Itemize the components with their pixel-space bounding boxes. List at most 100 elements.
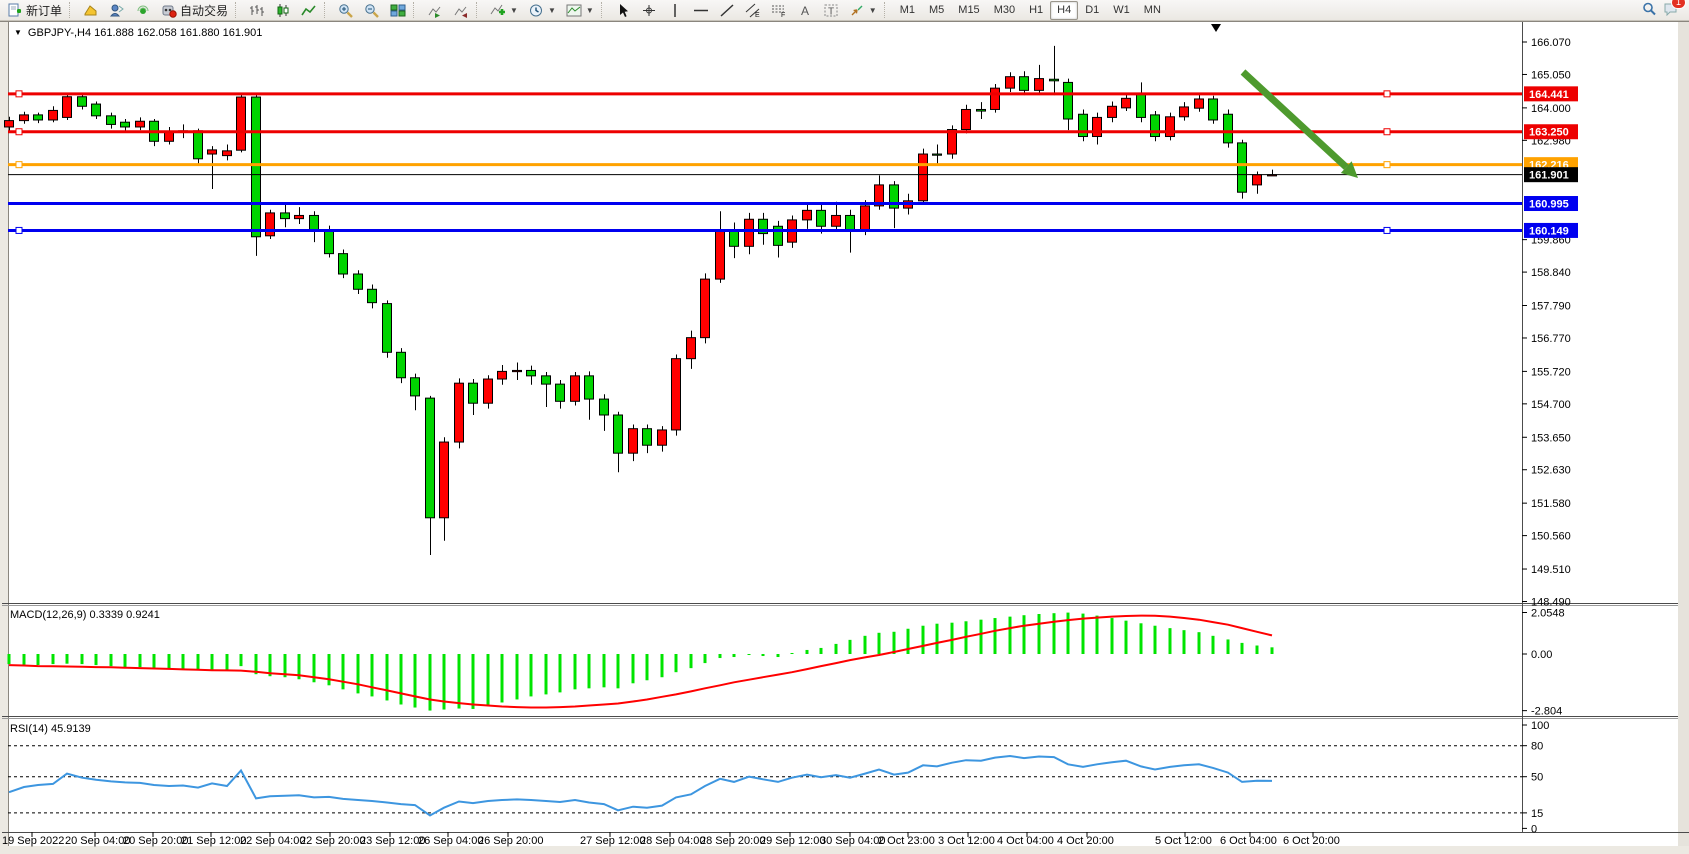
templates-button[interactable]: ▼ <box>561 0 599 21</box>
timeframe-button-m15[interactable]: M15 <box>951 1 986 20</box>
timeframe-button-m1[interactable]: M1 <box>893 1 922 20</box>
new-order-button[interactable]: 新订单 <box>2 0 67 21</box>
arrows-button[interactable]: ▼ <box>844 0 882 21</box>
macd-histogram-bar <box>400 654 403 705</box>
timeframe-button-h1[interactable]: H1 <box>1022 1 1050 20</box>
horizontal-line-button[interactable] <box>688 0 714 21</box>
charts-window-button[interactable] <box>78 0 104 21</box>
timeframe-button-w1[interactable]: W1 <box>1106 1 1137 20</box>
price-tick-label: 158.840 <box>1531 267 1571 279</box>
macd-histogram-bar <box>1241 643 1244 654</box>
line-chart-button[interactable] <box>296 0 322 21</box>
toolbar-separator <box>476 2 483 18</box>
chart-menu-icon[interactable]: ▼ <box>14 28 22 37</box>
periods-clock-button[interactable]: ▼ <box>523 0 561 21</box>
candle-bullish <box>498 371 507 379</box>
chevron-down-icon[interactable]: ▼ <box>586 6 594 15</box>
macd-histogram-bar <box>1183 630 1186 654</box>
bar-chart-button[interactable] <box>244 0 270 21</box>
profiles-button[interactable] <box>104 0 130 21</box>
indicators-add-icon <box>490 3 506 18</box>
chart-canvas[interactable]: 166.070165.050164.000162.980159.860158.8… <box>0 0 1689 854</box>
candle-bullish <box>440 442 449 518</box>
line-anchor-handle[interactable] <box>1384 91 1390 97</box>
timeframe-button-d1[interactable]: D1 <box>1078 1 1106 20</box>
chevron-down-icon[interactable]: ▼ <box>869 6 877 15</box>
chevron-down-icon[interactable]: ▼ <box>548 6 556 15</box>
macd-histogram-bar <box>1140 623 1143 654</box>
line-anchor-handle[interactable] <box>16 227 22 233</box>
candle-bullish <box>1122 98 1131 108</box>
macd-histogram-bar <box>835 644 838 654</box>
macd-histogram-bar <box>675 654 678 672</box>
line-anchor-handle[interactable] <box>1384 162 1390 168</box>
search-icon[interactable] <box>1641 1 1657 19</box>
time-tick-label: 22 Sep 20:00 <box>300 835 365 847</box>
candle-bearish <box>194 131 203 159</box>
macd-histogram-bar <box>472 654 475 709</box>
time-tick-label: 22 Sep 04:00 <box>240 835 305 847</box>
toolbar-separator <box>413 2 420 18</box>
candle-bullish <box>803 210 812 220</box>
fibonacci-button[interactable]: F <box>766 0 792 21</box>
notifications-icon[interactable]: 1 <box>1663 1 1679 19</box>
trendline-button[interactable] <box>714 0 740 21</box>
svg-text:E: E <box>755 12 760 18</box>
line-anchor-handle[interactable] <box>1384 227 1390 233</box>
candle-bullish <box>861 206 870 231</box>
candle-bullish <box>672 359 681 430</box>
crosshair-button[interactable] <box>636 0 662 21</box>
macd-histogram-bar <box>95 654 98 665</box>
line-anchor-handle[interactable] <box>16 129 22 135</box>
time-tick-label: 28 Sep 20:00 <box>700 835 765 847</box>
candle-bearish <box>34 115 43 120</box>
macd-histogram-bar <box>1096 616 1099 654</box>
macd-histogram-bar <box>791 653 794 654</box>
signals-button[interactable] <box>130 0 156 21</box>
macd-histogram-bar <box>704 654 707 663</box>
line-anchor-handle[interactable] <box>1384 129 1390 135</box>
macd-histogram-bar <box>994 618 997 654</box>
line-anchor-handle[interactable] <box>16 91 22 97</box>
macd-histogram-bar <box>153 654 156 668</box>
candle-bullish <box>1006 77 1015 88</box>
time-tick-label: 20 Sep 04:00 <box>65 835 130 847</box>
candle-bullish <box>1108 106 1117 117</box>
price-tick-label: 152.630 <box>1531 465 1571 477</box>
macd-histogram-bar <box>588 654 591 688</box>
toolbar-separator <box>235 2 242 18</box>
equidistant-channel-button[interactable]: E <box>740 0 766 21</box>
macd-histogram-bar <box>1154 626 1157 654</box>
time-tick-label: 28 Sep 04:00 <box>640 835 705 847</box>
vertical-line-button[interactable] <box>662 0 688 21</box>
macd-histogram-bar <box>878 633 881 654</box>
timeframe-button-m5[interactable]: M5 <box>922 1 951 20</box>
candlestick-chart-button[interactable] <box>270 0 296 21</box>
text-button[interactable]: A <box>792 0 818 21</box>
timeframe-button-m30[interactable]: M30 <box>987 1 1022 20</box>
candle-bearish <box>817 210 826 226</box>
timeframe-button-mn[interactable]: MN <box>1137 1 1168 20</box>
macd-histogram-bar <box>139 654 142 667</box>
text-label-button[interactable]: T <box>818 0 844 21</box>
cursor-button[interactable] <box>610 0 636 21</box>
macd-histogram-bar <box>849 640 852 654</box>
candle-bearish <box>1224 114 1233 143</box>
timeframe-button-h4[interactable]: H4 <box>1050 1 1078 20</box>
zoom-in-button[interactable] <box>333 0 359 21</box>
indicators-add-button[interactable]: ▼ <box>485 0 523 21</box>
auto-scroll-button[interactable] <box>422 0 448 21</box>
candle-bullish <box>63 97 72 118</box>
candle-bullish <box>484 379 493 403</box>
candle-bullish <box>223 151 232 156</box>
zoom-out-button[interactable] <box>359 0 385 21</box>
chevron-down-icon[interactable]: ▼ <box>510 6 518 15</box>
line-anchor-handle[interactable] <box>16 162 22 168</box>
time-tick-label: 6 Oct 04:00 <box>1220 835 1277 847</box>
chart-shift-button[interactable] <box>448 0 474 21</box>
tile-windows-button[interactable] <box>385 0 411 21</box>
candle-bullish <box>295 215 304 218</box>
auto-trading-button[interactable]: 自动交易 <box>156 0 233 21</box>
mt4-window: { "toolbar": { "new_order": {"label": "新… <box>0 0 1689 854</box>
equidistant-channel-icon: E <box>745 3 761 18</box>
